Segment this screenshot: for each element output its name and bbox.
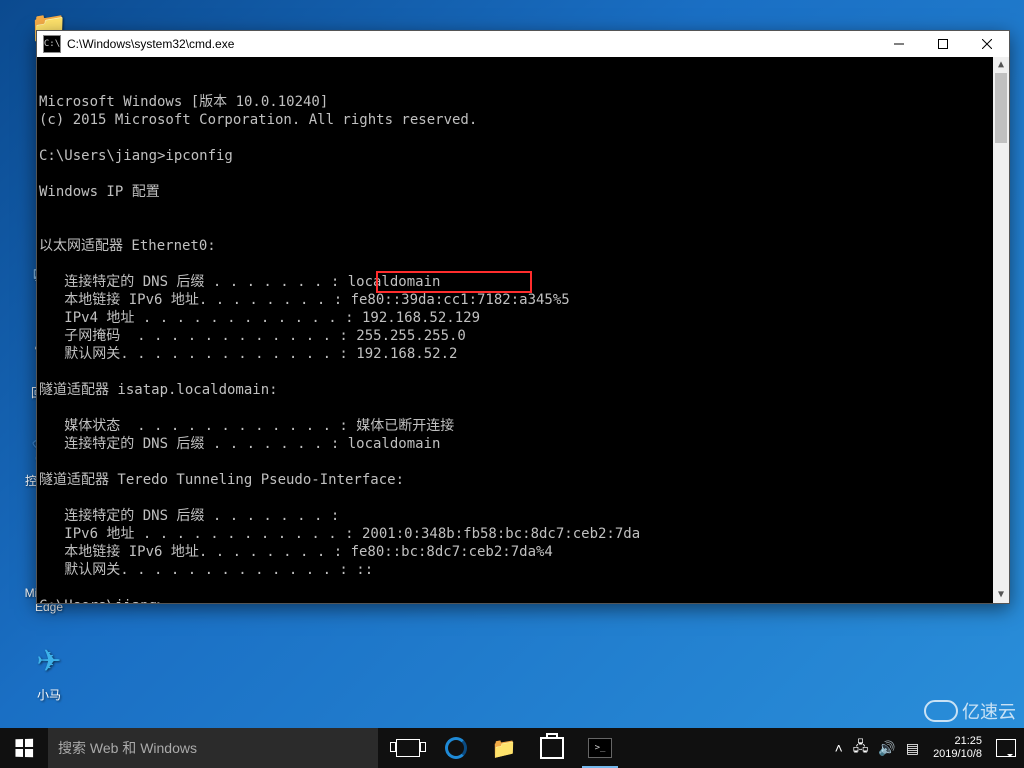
taskview-button[interactable] [384, 728, 432, 768]
terminal-line [39, 201, 1007, 219]
cmd-taskbar-button[interactable]: >_ [576, 728, 624, 768]
volume-icon[interactable]: 🔊 [878, 740, 895, 757]
minimize-icon [894, 39, 904, 49]
terminal-line [39, 399, 1007, 417]
terminal-line [39, 219, 1007, 237]
close-button[interactable] [965, 31, 1009, 57]
edge-button[interactable] [432, 728, 480, 768]
terminal-line [39, 129, 1007, 147]
minimize-button[interactable] [877, 31, 921, 57]
terminal-line: C:\Users\jiang>ipconfig [39, 147, 1007, 165]
terminal-line: 默认网关. . . . . . . . . . . . . : :: [39, 561, 1007, 579]
terminal-line: 子网掩码 . . . . . . . . . . . . : 255.255.2… [39, 327, 1007, 345]
terminal-line: (c) 2015 Microsoft Corporation. All righ… [39, 111, 1007, 129]
xiaoma[interactable]: ✈ 小马 [14, 640, 84, 703]
store-button[interactable] [528, 728, 576, 768]
search-input[interactable]: 搜索 Web 和 Windows [48, 728, 378, 768]
terminal-line: 隧道适配器 Teredo Tunneling Pseudo-Interface: [39, 471, 1007, 489]
terminal-line: 隧道适配器 isatap.localdomain: [39, 381, 1007, 399]
ime-icon[interactable]: ▤ [906, 740, 919, 757]
edge-icon [445, 737, 467, 759]
cmd-icon: >_ [588, 738, 612, 758]
windows-logo-icon [15, 739, 33, 758]
explorer-button[interactable]: 📁 [480, 728, 528, 768]
terminal-line: 默认网关. . . . . . . . . . . . . : 192.168.… [39, 345, 1007, 363]
start-button[interactable] [0, 728, 48, 768]
terminal-line: Windows IP 配置 [39, 183, 1007, 201]
scrollbar[interactable]: ▲ ▼ [993, 57, 1009, 603]
terminal-line [39, 165, 1007, 183]
cmd-title-icon: C:\ [43, 35, 61, 53]
terminal-line: 本地链接 IPv6 地址. . . . . . . . : fe80::bc:8… [39, 543, 1007, 561]
scroll-up-icon[interactable]: ▲ [993, 57, 1009, 73]
desktop[interactable]: 📁jiang🖧网络🗑回收站🛠控制面板eMicrosoft Edge✈小马 C:\… [0, 0, 1024, 768]
terminal-line: Microsoft Windows [版本 10.0.10240] [39, 93, 1007, 111]
terminal-line [39, 489, 1007, 507]
taskbar[interactable]: 搜索 Web 和 Windows 📁 >_ ˄ 🖧 🔊 ▤ 21:25 2019… [0, 728, 1024, 768]
watermark: 亿速云 [924, 698, 1016, 724]
clock-date: 2019/10/8 [933, 748, 982, 761]
taskview-icon [396, 739, 420, 757]
cloud-icon [924, 700, 958, 722]
terminal-line: IPv6 地址 . . . . . . . . . . . . : 2001:0… [39, 525, 1007, 543]
folder-icon: 📁 [492, 736, 517, 761]
watermark-text: 亿速云 [962, 698, 1016, 724]
terminal-line: 连接特定的 DNS 后缀 . . . . . . . : localdomain [39, 273, 1007, 291]
terminal-line: IPv4 地址 . . . . . . . . . . . . : 192.16… [39, 309, 1007, 327]
notifications-icon[interactable] [996, 739, 1016, 757]
search-placeholder: 搜索 Web 和 Windows [58, 738, 197, 758]
terminal-line: 连接特定的 DNS 后缀 . . . . . . . : [39, 507, 1007, 525]
maximize-icon [938, 39, 948, 49]
titlebar[interactable]: C:\ C:\Windows\system32\cmd.exe [37, 31, 1009, 57]
terminal-line [39, 363, 1007, 381]
clock[interactable]: 21:25 2019/10/8 [929, 735, 986, 761]
terminal-line [39, 579, 1007, 597]
cmd-window[interactable]: C:\ C:\Windows\system32\cmd.exe Microsof… [36, 30, 1010, 604]
scroll-thumb[interactable] [995, 73, 1007, 143]
system-tray[interactable]: ˄ 🖧 🔊 ▤ 21:25 2019/10/8 [827, 728, 1024, 768]
terminal-output[interactable]: Microsoft Windows [版本 10.0.10240](c) 201… [37, 57, 1009, 603]
network-icon[interactable]: 🖧 [853, 736, 869, 760]
xiaoma-icon: ✈ [28, 640, 70, 682]
terminal-line: 媒体状态 . . . . . . . . . . . . : 媒体已断开连接 [39, 417, 1007, 435]
scroll-down-icon[interactable]: ▼ [993, 587, 1009, 603]
clock-time: 21:25 [954, 735, 982, 748]
window-title: C:\Windows\system32\cmd.exe [67, 37, 877, 51]
terminal-line: C:\Users\jiang> [39, 597, 1007, 603]
terminal-line: 连接特定的 DNS 后缀 . . . . . . . : localdomain [39, 435, 1007, 453]
terminal-line: 本地链接 IPv6 地址. . . . . . . . : fe80::39da… [39, 291, 1007, 309]
close-icon [982, 39, 992, 49]
xiaoma-label: 小马 [14, 686, 84, 703]
tray-chevron-up-icon[interactable]: ˄ [835, 740, 843, 756]
store-icon [540, 737, 564, 759]
maximize-button[interactable] [921, 31, 965, 57]
terminal-line [39, 255, 1007, 273]
terminal-line: 以太网适配器 Ethernet0: [39, 237, 1007, 255]
terminal-line [39, 453, 1007, 471]
